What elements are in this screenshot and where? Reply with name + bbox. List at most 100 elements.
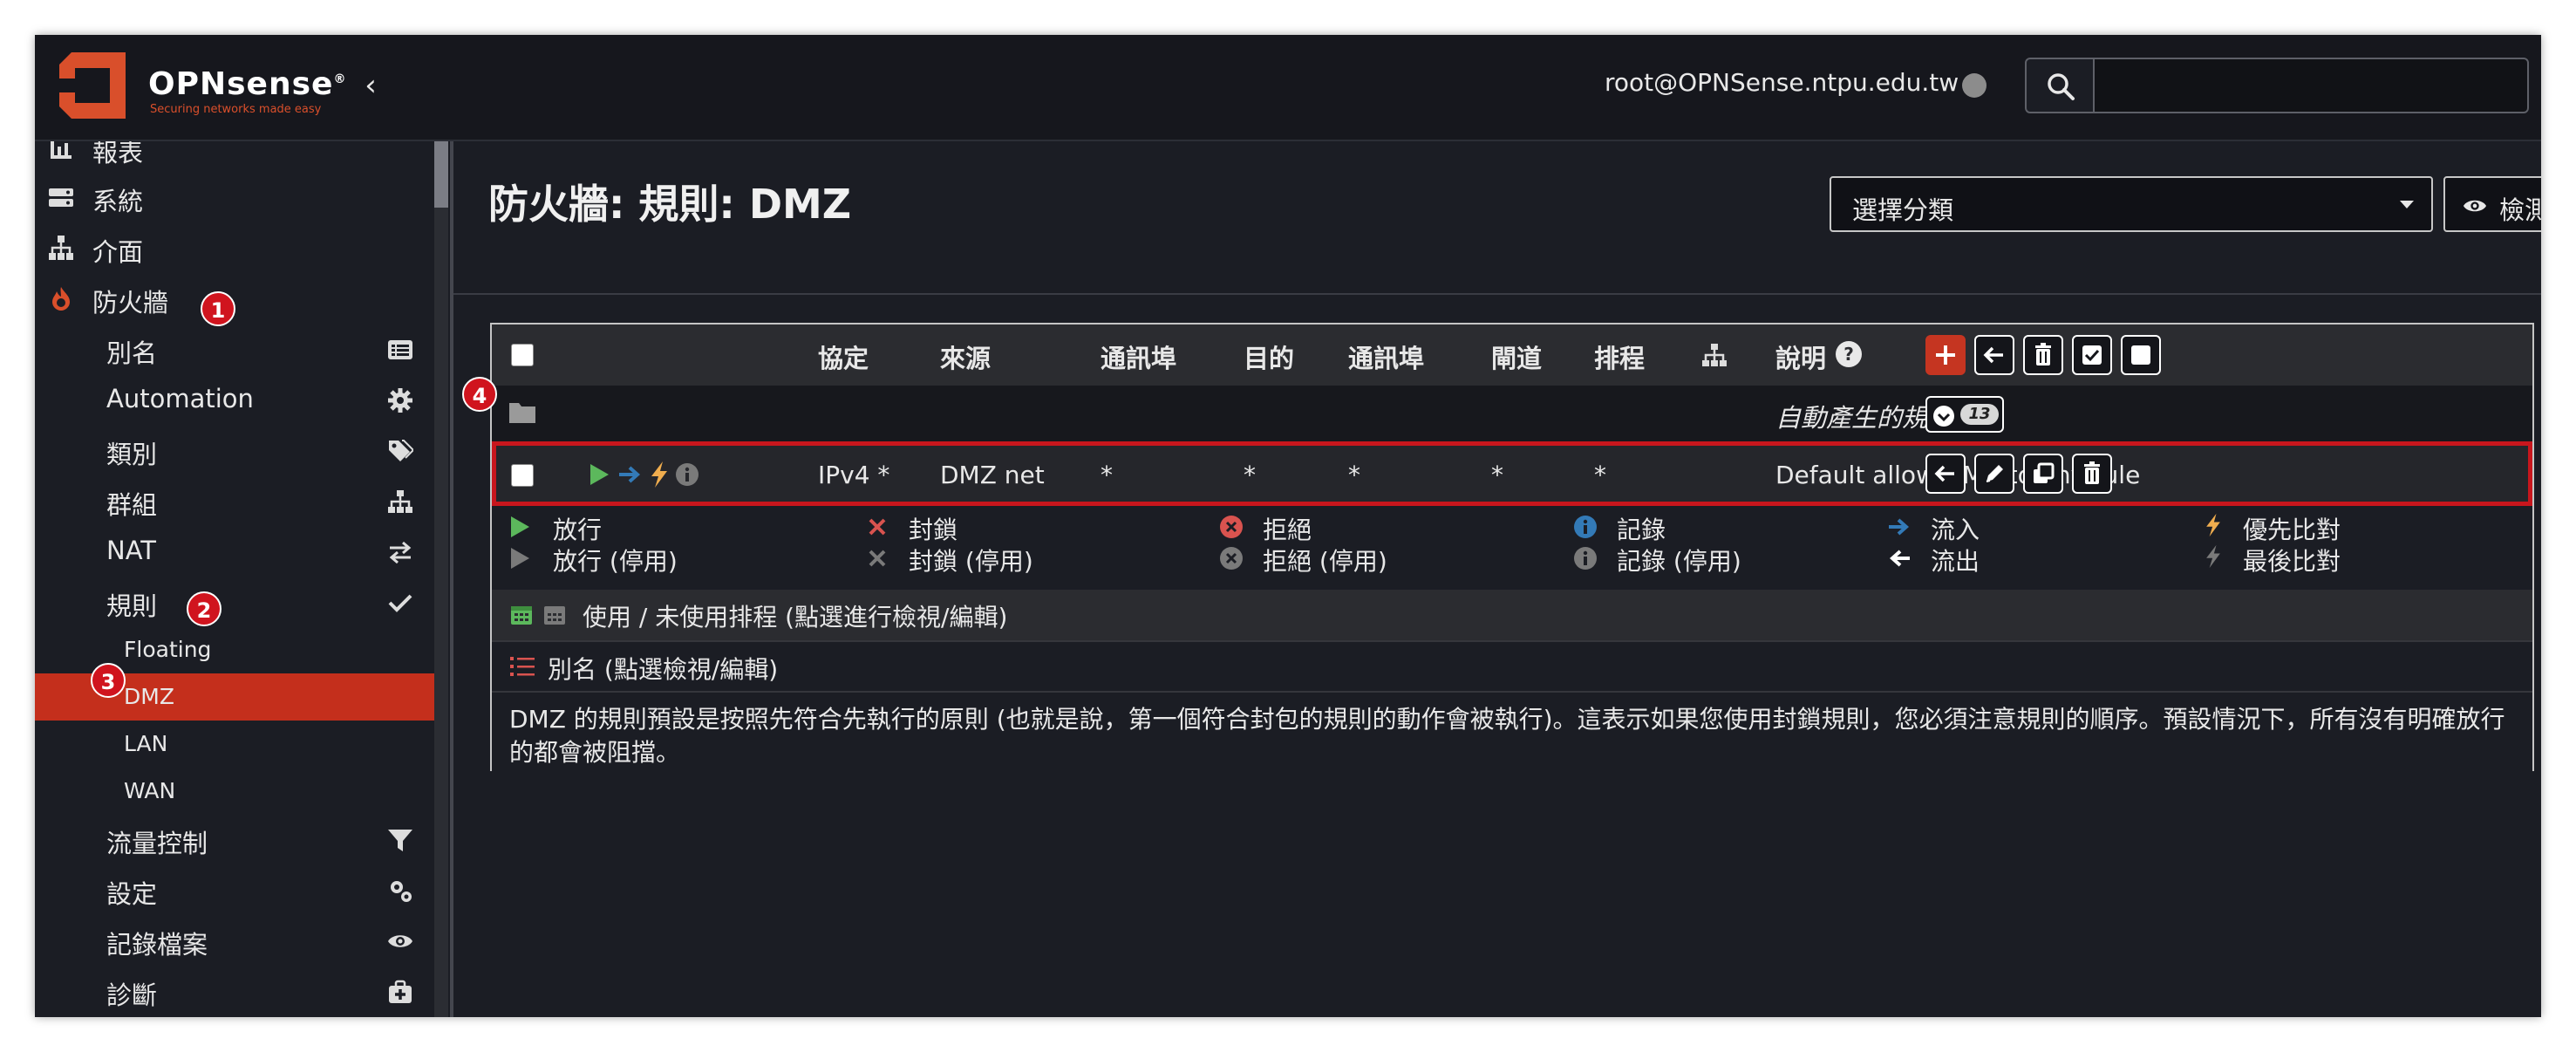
- col-dst-port[interactable]: 通訊埠: [1348, 338, 1424, 375]
- sidebar-item-lan[interactable]: LAN: [35, 721, 434, 768]
- schedule-note: 使用 / 未使用排程 (點選進行檢視/編輯): [583, 603, 1008, 632]
- col-description[interactable]: 說明: [1775, 338, 1826, 375]
- interfaces-icon: [49, 236, 73, 260]
- log-disabled-icon: [1574, 547, 1597, 570]
- out-icon: [1889, 550, 1910, 567]
- status-dot-icon[interactable]: [1962, 73, 1987, 98]
- sitemap-icon: [388, 490, 412, 513]
- sidebar-item-logfiles[interactable]: 記錄檔案: [35, 916, 434, 965]
- cogs-icon: [391, 881, 412, 902]
- tags-icon: [389, 440, 413, 461]
- col-schedule[interactable]: 排程: [1594, 338, 1645, 375]
- automatic-rules-count: 13: [1960, 404, 1999, 425]
- eye-icon: [388, 935, 412, 947]
- pass-disabled-icon: [511, 548, 529, 569]
- block-disabled-icon: [869, 550, 886, 567]
- caret-down-icon: [2400, 201, 2414, 208]
- enable-selected-button[interactable]: [2072, 335, 2112, 375]
- sidebar-item-firewall[interactable]: 防火牆: [35, 274, 434, 323]
- quick-icon: [2206, 513, 2220, 537]
- sidebar-item-system[interactable]: 系統: [35, 173, 434, 222]
- pass-icon: [511, 516, 529, 537]
- folder-icon: [509, 403, 535, 423]
- sidebar-scrollbar[interactable]: [434, 141, 448, 1017]
- last-icon: [2206, 544, 2220, 569]
- category-select[interactable]: 選擇分類: [1830, 176, 2433, 232]
- sidebar-item-wan[interactable]: WAN: [35, 768, 434, 815]
- collapse-sidebar-icon[interactable]: ‹: [356, 68, 385, 103]
- sidebar-scroll-thumb[interactable]: [434, 141, 448, 208]
- search-icon: [2048, 73, 2075, 100]
- sidebar-item-floating[interactable]: Floating: [35, 626, 434, 673]
- check-icon: [388, 594, 412, 612]
- sidebar-item-reports[interactable]: 報表: [35, 141, 434, 173]
- sidebar-item-interfaces[interactable]: 介面: [35, 223, 434, 272]
- list-icon: [388, 340, 412, 359]
- reject-icon: [1220, 516, 1243, 538]
- sidebar-item-automation[interactable]: Automation: [35, 375, 434, 424]
- annotation-badge-2: 2: [187, 591, 221, 626]
- automatic-rules-row[interactable]: 自動產生的規則 13: [492, 386, 2532, 443]
- sidebar-item-aliases[interactable]: 別名: [35, 324, 434, 373]
- col-gateway[interactable]: 閘道: [1491, 338, 1542, 375]
- chevron-down-circle-icon: [1933, 406, 1954, 427]
- inspect-button[interactable]: 檢測: [2443, 176, 2541, 232]
- rules-table: 協定 來源 通訊埠 目的 通訊埠 閘道 排程 說明 ? 自動產生的規則 13 I…: [490, 323, 2534, 771]
- schedule-legend-row: 使用 / 未使用排程 (點選進行檢視/編輯): [492, 590, 2532, 640]
- checkbox-checked-icon: [2082, 345, 2102, 365]
- alias-legend-row: 別名 (點選檢視/編輯): [492, 640, 2532, 691]
- table-header: 協定 來源 通訊埠 目的 通訊埠 閘道 排程 說明 ?: [492, 324, 2532, 386]
- reject-disabled-icon: [1220, 547, 1243, 570]
- delete-selected-button[interactable]: [2023, 335, 2063, 375]
- calendar-icon: [511, 606, 532, 625]
- sitemap-icon: [1702, 344, 1727, 366]
- col-src-port[interactable]: 通訊埠: [1101, 338, 1176, 375]
- sidebar-item-rules[interactable]: 規則: [35, 577, 434, 626]
- sidebar-item-diagnostics[interactable]: 診斷: [35, 967, 434, 1015]
- annotation-badge-4: 4: [462, 377, 497, 412]
- col-destination[interactable]: 目的: [1244, 338, 1294, 375]
- sidebar-item-categories[interactable]: 類別: [35, 426, 434, 475]
- sidebar-item-shaper[interactable]: 流量控制: [35, 815, 434, 864]
- rules-description-note: DMZ 的規則預設是按照先符合先執行的原則 (也就是說，第一個符合封包的規則的動…: [492, 691, 2532, 771]
- page-title: 防火牆: 規則: DMZ: [488, 181, 852, 228]
- opnsense-logo[interactable]: [51, 44, 134, 127]
- fire-icon: [52, 287, 70, 311]
- arrow-left-icon: [1983, 346, 2003, 364]
- gear-icon: [388, 388, 412, 413]
- expand-automatic-rules-button[interactable]: 13: [1925, 396, 2004, 433]
- brand-name: OPNsense®: [148, 66, 347, 102]
- col-protocol[interactable]: 協定: [818, 338, 869, 375]
- title-divider: [453, 293, 2541, 295]
- checkbox-empty-icon: [2131, 345, 2150, 365]
- sidebar-item-settings[interactable]: 設定: [35, 865, 434, 914]
- brand-tagline: Securing networks made easy: [150, 103, 322, 116]
- annotation-badge-3: 3: [91, 663, 126, 698]
- sidebar-item-groups[interactable]: 群組: [35, 476, 434, 525]
- alias-note: 別名 (點選檢視/編輯): [548, 655, 779, 684]
- move-rule-button[interactable]: [1974, 335, 2014, 375]
- help-icon[interactable]: ?: [1835, 340, 1863, 368]
- filter-icon: [388, 830, 412, 851]
- legend: 放行 放行 (停用) 封鎖 封鎖 (停用) 拒絕 拒絕 (停用) 記錄 記錄 (…: [492, 506, 2532, 590]
- search-button[interactable]: [2025, 58, 2095, 113]
- plus-icon: [1936, 345, 1955, 365]
- annotation-badge-1: 1: [201, 291, 235, 326]
- top-bar: OPNsense® Securing networks made easy ‹ …: [35, 35, 2541, 141]
- calendar-disabled-icon: [544, 606, 565, 625]
- trash-icon: [2035, 343, 2051, 365]
- disable-selected-button[interactable]: [2121, 335, 2161, 375]
- user-label[interactable]: root@OPNSense.ntpu.edu.tw: [1605, 68, 1959, 97]
- add-rule-button[interactable]: [1925, 335, 1966, 375]
- col-source[interactable]: 來源: [940, 338, 991, 375]
- in-icon: [1889, 518, 1910, 536]
- app-window: OPNsense® Securing networks made easy ‹ …: [35, 35, 2541, 1017]
- block-icon: [869, 518, 886, 536]
- eye-icon: [2463, 200, 2487, 212]
- sidebar: 報表 系統 介面 防火牆 別名 Automation 類別 群組 NAT 規則 …: [35, 141, 452, 1017]
- search-input[interactable]: [2093, 58, 2529, 113]
- main-content: 防火牆: 規則: DMZ 選擇分類 檢測 協定 來源 通訊埠 目的 通訊埠 閘道…: [453, 141, 2541, 1017]
- sidebar-item-nat[interactable]: NAT: [35, 527, 434, 576]
- select-all-checkbox[interactable]: [511, 344, 534, 366]
- system-icon: [49, 188, 73, 207]
